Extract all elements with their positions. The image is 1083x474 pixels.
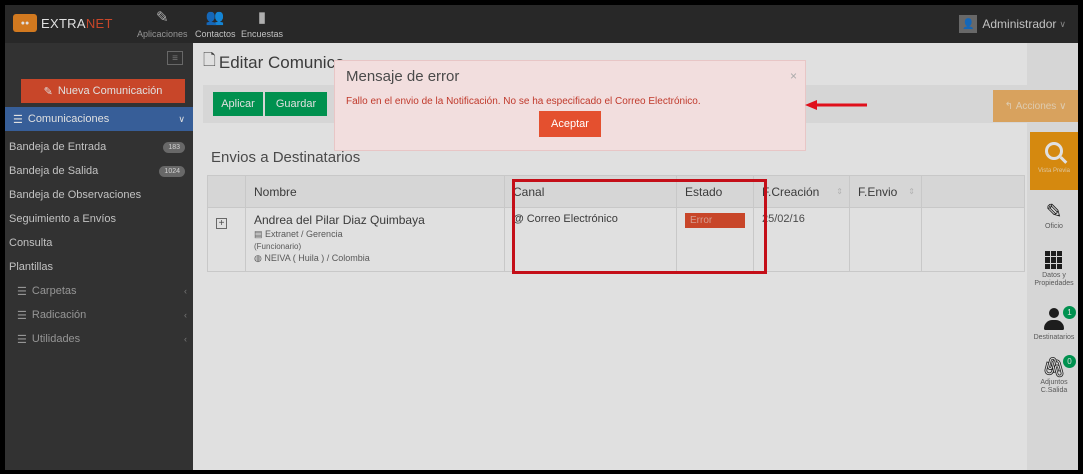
accept-button[interactable]: Aceptar bbox=[539, 111, 601, 137]
error-dialog: Mensaje de error × Fallo en el envio de … bbox=[334, 60, 806, 151]
error-message: Fallo en el envio de la Notificación. No… bbox=[346, 96, 701, 107]
dialog-title: Mensaje de error bbox=[346, 68, 460, 85]
annotation-arrow-icon bbox=[805, 100, 867, 110]
close-icon[interactable]: × bbox=[790, 69, 797, 83]
app-frame: ●● EXTRANET ✎ Aplicaciones 👥 Contactos ▮… bbox=[5, 5, 1078, 470]
